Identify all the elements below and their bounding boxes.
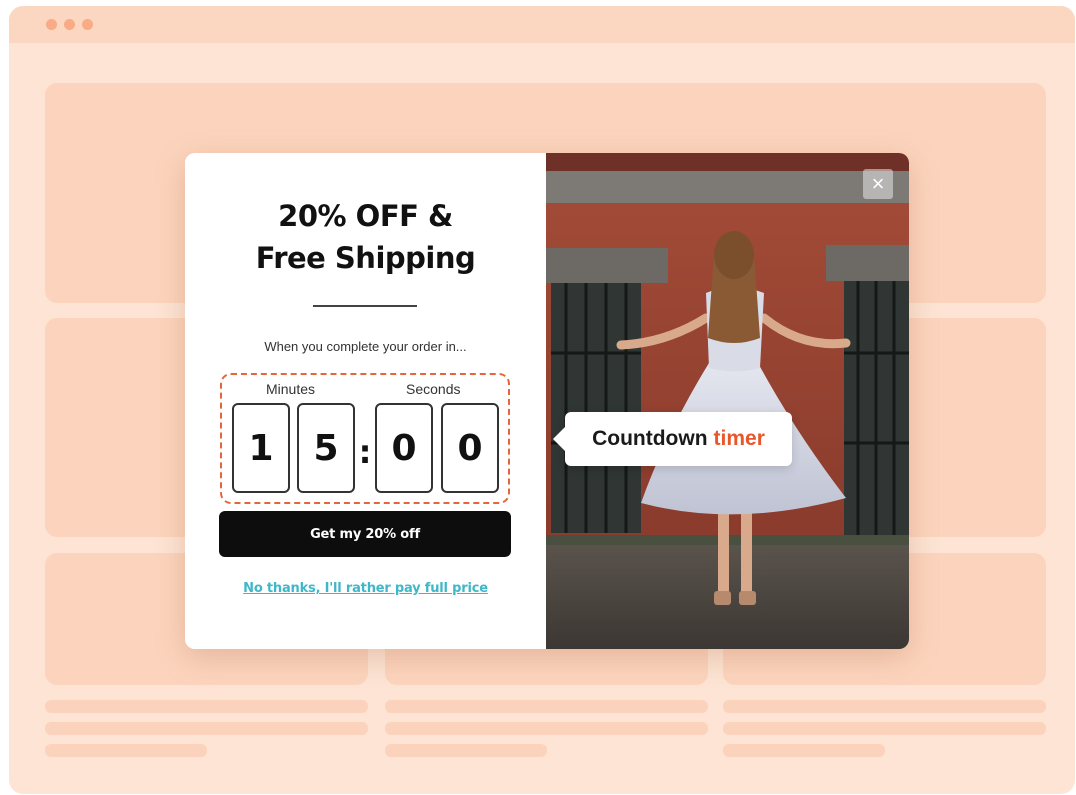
headline-line-1: 20% OFF & [278,199,453,233]
discount-popup: 20% OFF & Free Shipping When you complet… [185,153,909,649]
popup-headline: 20% OFF & Free Shipping [185,195,546,279]
decline-link[interactable]: No thanks, I'll rather pay full price [185,581,546,596]
skeleton-line [45,700,368,713]
skeleton-line [45,722,368,735]
countdown-timer-callout: Countdown timer [553,412,792,466]
popup-content-panel: 20% OFF & Free Shipping When you complet… [185,153,546,649]
timer-digit-seconds-tens: 0 [375,403,433,493]
timer-digit-seconds-ones: 0 [441,403,499,493]
skeleton-line [385,744,547,757]
timer-separator: : [358,433,372,471]
window-dot-icon [82,19,93,30]
get-discount-button[interactable]: Get my 20% off [219,511,511,557]
skeleton-line [385,722,708,735]
minutes-label: Minutes [266,381,316,397]
skeleton-line [723,722,1046,735]
woman-in-dress-photo [546,153,909,649]
popup-image-panel: × [546,153,909,649]
callout-text: Countdown [592,427,708,450]
headline-line-2: Free Shipping [255,241,476,275]
browser-titlebar [9,6,1075,43]
headline-divider [313,305,417,307]
popup-subtext: When you complete your order in... [264,339,467,354]
timer-digit-minutes-ones: 5 [297,403,355,493]
callout-accent-text: timer [713,427,765,450]
skeleton-line [723,744,885,757]
window-dot-icon [46,19,57,30]
timer-digit-minutes-tens: 1 [232,403,290,493]
callout-label: Countdown timer [565,412,792,466]
skeleton-line [45,744,207,757]
window-dot-icon [64,19,75,30]
skeleton-line [723,700,1046,713]
seconds-label: Seconds [406,381,461,397]
skeleton-line [385,700,708,713]
close-icon[interactable]: × [863,169,893,199]
countdown-timer: Minutes Seconds 1 5 : 0 0 [220,373,510,504]
